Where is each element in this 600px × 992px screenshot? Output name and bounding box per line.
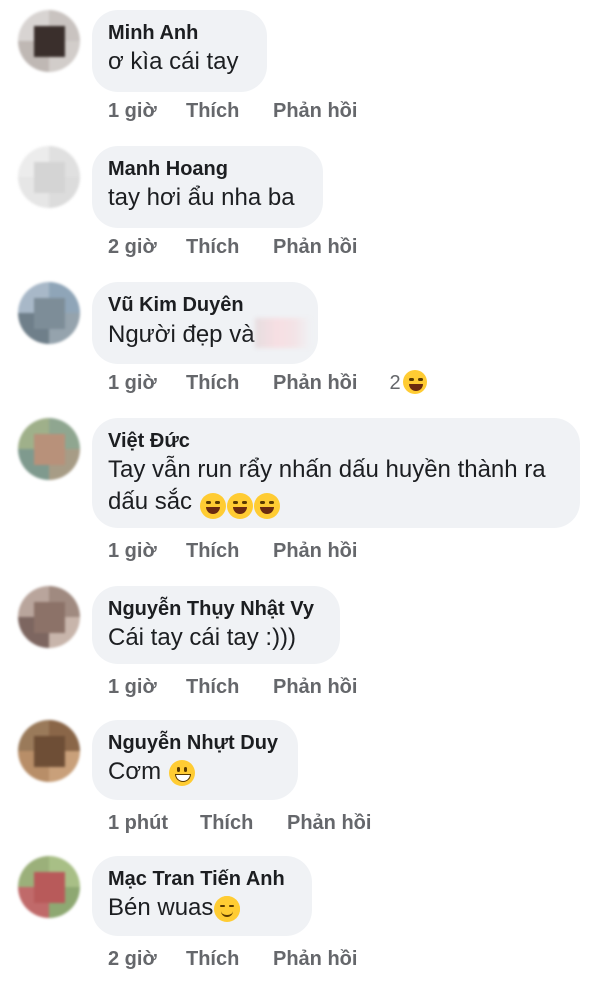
like-button[interactable]: Thích: [186, 946, 273, 972]
like-button[interactable]: Thích: [186, 370, 273, 396]
comment-author[interactable]: Mạc Tran Tiến Anh: [108, 866, 294, 892]
comment-bubble: Việt Đức Tay vẫn run rẩy nhấn dấu huyền …: [92, 418, 580, 528]
comment-actions: 1 giờ Thích Phản hồi 2: [108, 370, 427, 396]
comment-bubble: Mạc Tran Tiến Anh Bén wuas: [92, 856, 312, 936]
avatar[interactable]: [18, 418, 80, 480]
avatar[interactable]: [18, 720, 80, 782]
comment-text: Cái tay cái tay :))): [108, 624, 297, 651]
reaction-count: 2: [389, 372, 401, 394]
comment-actions: 2 giờ Thích Phản hồi: [108, 234, 389, 260]
comment-text: ơ kìa cái tay: [108, 48, 239, 75]
laughing-emoji-icon: [402, 370, 427, 394]
smiling-blush-emoji-icon: [214, 895, 241, 922]
comment-time[interactable]: 1 phút: [108, 810, 200, 836]
like-button[interactable]: Thích: [186, 98, 273, 124]
comment-bubble: Minh Anh ơ kìa cái tay: [92, 10, 267, 92]
like-button[interactable]: Thích: [186, 538, 273, 564]
avatar[interactable]: [18, 586, 80, 648]
reply-button[interactable]: Phản hồi: [273, 674, 357, 700]
reaction-summary[interactable]: 2: [389, 370, 427, 396]
rolling-laughing-emoji-icon: [253, 492, 280, 519]
comment-actions: 1 giờ Thích Phản hồi: [108, 538, 389, 564]
comment-actions: 2 giờ Thích Phản hồi: [108, 946, 389, 972]
comment-author[interactable]: Manh Hoang: [108, 156, 305, 182]
comment-time[interactable]: 2 giờ: [108, 946, 186, 972]
comment-text: Bén wuas: [108, 894, 214, 921]
rolling-laughing-emoji-icon: [226, 492, 253, 519]
comment-author[interactable]: Nguyễn Nhựt Duy: [108, 730, 280, 756]
comment-text: tay hơi ẩu nha ba: [108, 184, 295, 211]
comment-author[interactable]: Nguyễn Thụy Nhật Vy: [108, 596, 322, 622]
reply-button[interactable]: Phản hồi: [273, 538, 357, 564]
reply-button[interactable]: Phản hồi: [273, 370, 357, 396]
comment-text-line-1: Tay vẫn run rẩy nhấn dấu huyền thành ra: [108, 456, 546, 483]
like-button[interactable]: Thích: [186, 234, 273, 260]
comment-time[interactable]: 1 giờ: [108, 370, 186, 396]
comment-time[interactable]: 1 giờ: [108, 538, 186, 564]
blurred-text-redaction: [254, 318, 311, 348]
reply-button[interactable]: Phản hồi: [273, 234, 357, 260]
comment-bubble: Nguyễn Thụy Nhật Vy Cái tay cái tay :))): [92, 586, 340, 664]
avatar[interactable]: [18, 856, 80, 918]
like-button[interactable]: Thích: [200, 810, 287, 836]
comment-time[interactable]: 1 giờ: [108, 674, 186, 700]
comment-author[interactable]: Minh Anh: [108, 20, 249, 46]
avatar[interactable]: [18, 10, 80, 72]
comment-author[interactable]: Vũ Kim Duyên: [108, 292, 300, 318]
rolling-laughing-emoji-icon: [199, 492, 226, 519]
like-button[interactable]: Thích: [186, 674, 273, 700]
comment-text: Người đẹp và: [108, 321, 255, 348]
comment-actions: 1 giờ Thích Phản hồi: [108, 98, 389, 124]
comment-bubble: Vũ Kim Duyên Người đẹp và: [92, 282, 318, 364]
comment-text: Cơm: [108, 758, 162, 785]
comment-time[interactable]: 2 giờ: [108, 234, 186, 260]
comment-list: Minh Anh ơ kìa cái tay 1 giờ Thích Phản hồ…: [0, 0, 600, 992]
avatar[interactable]: [18, 146, 80, 208]
comment-actions: 1 phút Thích Phản hồi: [108, 810, 403, 836]
avatar[interactable]: [18, 282, 80, 344]
comment-bubble: Nguyễn Nhựt Duy Cơm: [92, 720, 298, 800]
grinning-emoji-icon: [168, 759, 195, 786]
reply-button[interactable]: Phản hồi: [287, 810, 371, 836]
reply-button[interactable]: Phản hồi: [273, 946, 357, 972]
comment-author[interactable]: Việt Đức: [108, 428, 562, 454]
reply-button[interactable]: Phản hồi: [273, 98, 357, 124]
comment-bubble: Manh Hoang tay hơi ẩu nha ba: [92, 146, 323, 228]
comment-time[interactable]: 1 giờ: [108, 98, 186, 124]
comment-text-line-2: dấu sắc: [108, 488, 193, 515]
comment-actions: 1 giờ Thích Phản hồi: [108, 674, 389, 700]
